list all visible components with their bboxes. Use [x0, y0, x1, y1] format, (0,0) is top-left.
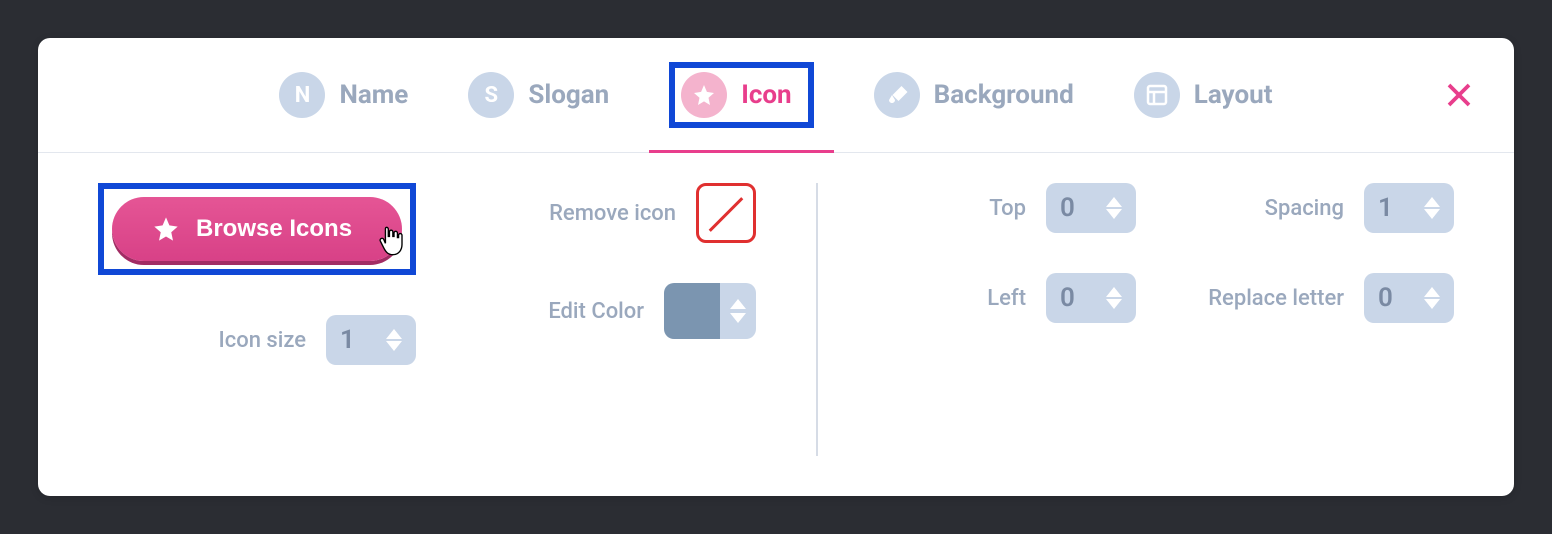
hand-cursor-icon: [376, 225, 404, 257]
tabs-bar: N Name S Slogan Icon Background Layout: [38, 38, 1514, 153]
close-icon: [1444, 80, 1474, 110]
replace-letter-row: Replace letter 0: [1196, 273, 1454, 323]
left-stepper[interactable]: 0: [1046, 273, 1136, 323]
stepper-arrows-icon: [1424, 197, 1440, 219]
tab-name-label: Name: [339, 80, 408, 110]
paint-bucket-icon: [874, 72, 920, 118]
browse-icons-button[interactable]: Browse Icons: [112, 197, 402, 261]
layout-icon: [1134, 72, 1180, 118]
col-spacing: Spacing 1 Replace letter 0: [1196, 183, 1454, 456]
left-value: 0: [1060, 283, 1075, 313]
active-tab-underline: [649, 150, 833, 153]
tab-name-letter-icon: N: [279, 72, 325, 118]
star-icon: [152, 215, 180, 243]
tab-layout[interactable]: Layout: [1134, 72, 1273, 118]
editor-panel: N Name S Slogan Icon Background Layout: [38, 38, 1514, 496]
remove-icon-label: Remove icon: [549, 201, 676, 226]
tab-slogan-label: Slogan: [528, 80, 609, 110]
left-label: Left: [987, 286, 1026, 311]
icon-size-value: 1: [340, 325, 355, 355]
top-value: 0: [1060, 193, 1075, 223]
browse-icons-label: Browse Icons: [196, 215, 352, 243]
icon-size-row: Icon size 1: [98, 315, 416, 365]
edit-color-row: Edit Color: [476, 283, 756, 339]
top-row: Top 0: [878, 183, 1136, 233]
col-browse: Browse Icons Icon size 1: [98, 183, 416, 456]
vertical-divider: [816, 183, 818, 456]
stepper-arrows-icon: [1106, 287, 1122, 309]
stepper-arrows-icon: [720, 283, 756, 339]
tab-background-label: Background: [934, 80, 1074, 110]
remove-icon-row: Remove icon: [476, 183, 756, 243]
color-swatch: [664, 283, 720, 339]
stepper-arrows-icon: [386, 329, 402, 351]
top-stepper[interactable]: 0: [1046, 183, 1136, 233]
spacing-row: Spacing 1: [1196, 183, 1454, 233]
close-button[interactable]: [1444, 80, 1474, 110]
tab-layout-label: Layout: [1194, 80, 1273, 110]
spacing-stepper[interactable]: 1: [1364, 183, 1454, 233]
tab-icon-label: Icon: [741, 80, 791, 110]
tab-slogan-letter-icon: S: [468, 72, 514, 118]
spacing-value: 1: [1378, 193, 1393, 223]
col-icon-ops: Remove icon Edit Color: [476, 183, 756, 456]
replace-letter-label: Replace letter: [1208, 286, 1344, 311]
icon-size-label: Icon size: [219, 328, 307, 353]
edit-color-stepper[interactable]: [664, 283, 756, 339]
col-position: Top 0 Left 0: [878, 183, 1136, 456]
tab-name[interactable]: N Name: [279, 72, 408, 118]
edit-color-label: Edit Color: [548, 299, 644, 324]
left-row: Left 0: [878, 273, 1136, 323]
star-icon: [681, 72, 727, 118]
remove-icon-button[interactable]: [696, 183, 756, 243]
tab-icon[interactable]: Icon: [669, 62, 813, 128]
tab-background[interactable]: Background: [874, 72, 1074, 118]
tab-slogan[interactable]: S Slogan: [468, 72, 609, 118]
icon-size-stepper[interactable]: 1: [326, 315, 416, 365]
stepper-arrows-icon: [1424, 287, 1440, 309]
replace-letter-stepper[interactable]: 0: [1364, 273, 1454, 323]
browse-highlight-box: Browse Icons: [98, 183, 416, 275]
spacing-label: Spacing: [1265, 196, 1344, 221]
replace-letter-value: 0: [1378, 283, 1393, 313]
stepper-arrows-icon: [1106, 197, 1122, 219]
controls-body: Browse Icons Icon size 1 Remove icon Edi…: [38, 153, 1514, 496]
top-label: Top: [989, 196, 1026, 221]
